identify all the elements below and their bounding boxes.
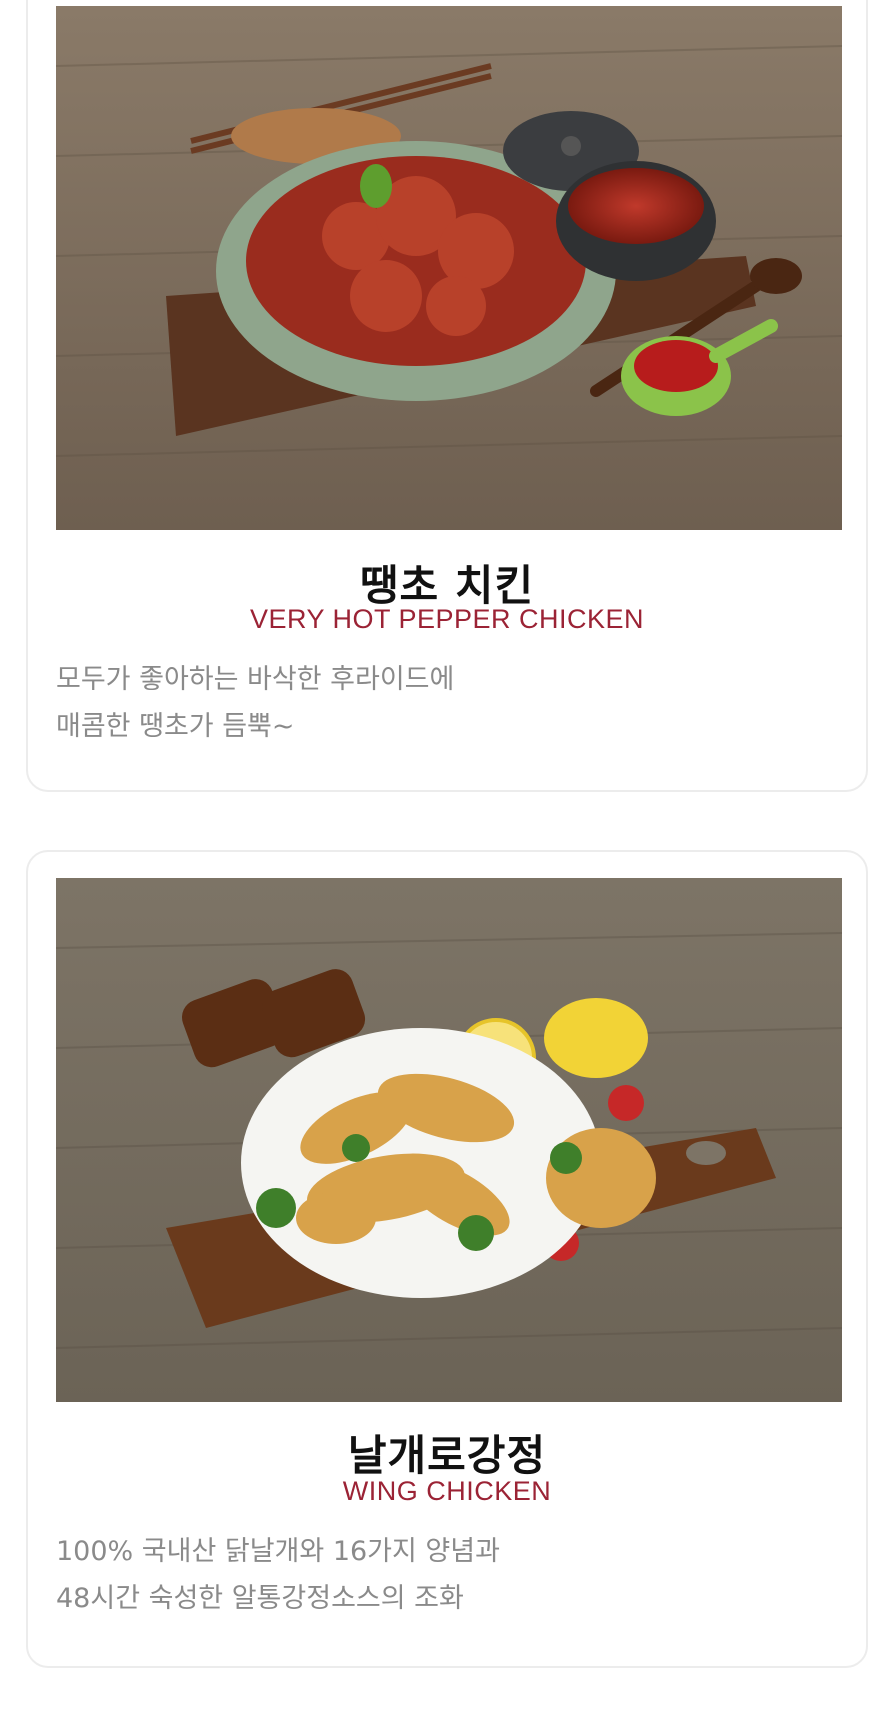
menu-card-wing-chicken[interactable]: 날개로강정 WING CHICKEN 100% 국내산 닭날개와 16가지 양념… <box>26 850 868 1668</box>
description-line: 모두가 좋아하는 바삭한 후라이드에 <box>56 664 455 695</box>
menu-card-hot-pepper-chicken[interactable]: 땡초 치킨 VERY HOT PEPPER CHICKEN 모두가 좋아하는 바… <box>26 0 868 792</box>
description-line: 100% 국내산 닭날개와 16가지 양념과 <box>56 1536 500 1567</box>
menu-page: 땡초 치킨 VERY HOT PEPPER CHICKEN 모두가 좋아하는 바… <box>0 0 894 1727</box>
dish-subtitle: VERY HOT PEPPER CHICKEN <box>249 604 645 634</box>
wing-chicken-photo[interactable] <box>56 878 842 1402</box>
description-line: 매콤한 땡초가 듬뿍~ <box>56 711 295 742</box>
description-line: 48시간 숙성한 알통강정소스의 조화 <box>56 1583 464 1614</box>
dish-subtitle: WING CHICKEN <box>342 1476 552 1506</box>
dish-title: 날개로강정 <box>347 1431 547 1480</box>
dish-description: 100% 국내산 닭날개와 16가지 양념과 48시간 숙성한 알통강정소스의 … <box>56 1528 842 1622</box>
spicy-chicken-photo[interactable] <box>56 6 842 530</box>
dish-description: 모두가 좋아하는 바삭한 후라이드에 매콤한 땡초가 듬뿍~ <box>56 656 842 750</box>
